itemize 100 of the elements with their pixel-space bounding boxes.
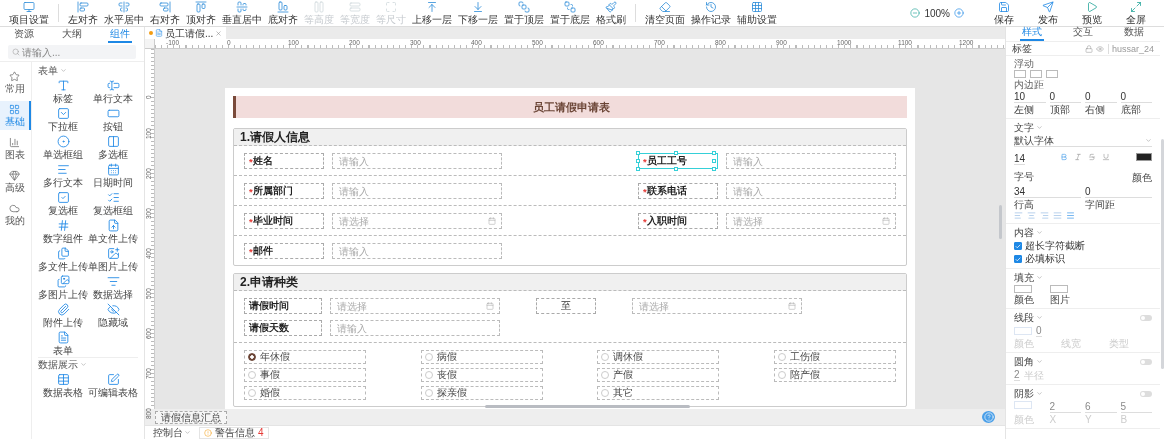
- radio-option[interactable]: 年休假: [244, 350, 366, 364]
- toolbar-button[interactable]: 清空页面: [642, 1, 688, 25]
- color-swatch[interactable]: [1136, 153, 1152, 161]
- toolbar-button[interactable]: 置于顶层: [501, 1, 547, 25]
- component-item[interactable]: 隐藏域: [88, 301, 138, 329]
- panel-tab[interactable]: 交互: [1071, 26, 1095, 41]
- underline-icon[interactable]: [1102, 153, 1110, 161]
- bold-icon[interactable]: [1060, 153, 1068, 161]
- component-item[interactable]: 复选框组: [88, 189, 138, 217]
- checkbox-option[interactable]: 必填标识: [1014, 253, 1152, 265]
- component-item[interactable]: 表单: [38, 329, 88, 357]
- input-field[interactable]: 请输入: [726, 153, 896, 169]
- toolbar-button[interactable]: 水平居中: [101, 1, 147, 25]
- category-tab[interactable]: 我的: [0, 200, 31, 229]
- toggle-switch[interactable]: [1140, 390, 1152, 397]
- justify-icon[interactable]: [1053, 211, 1062, 220]
- letter-spacing-value[interactable]: 0: [1085, 186, 1152, 198]
- toolbar-button[interactable]: 全屏: [1114, 1, 1158, 25]
- date-field[interactable]: 请选择: [632, 298, 802, 314]
- input-field[interactable]: 请输入: [332, 243, 502, 259]
- input-field[interactable]: 请输入: [332, 153, 502, 169]
- component-item[interactable]: 多行文本: [38, 161, 88, 189]
- radio-option[interactable]: 婚假: [244, 386, 366, 400]
- fill-swatch[interactable]: [1049, 285, 1068, 293]
- italic-icon[interactable]: [1074, 153, 1082, 161]
- float-option-icon[interactable]: [1014, 70, 1026, 78]
- padding-value[interactable]: 0: [1049, 91, 1081, 103]
- resize-handle[interactable]: [674, 151, 678, 155]
- float-option-icon[interactable]: [1046, 70, 1058, 78]
- padding-value[interactable]: 10: [1014, 91, 1046, 103]
- toolbar-button[interactable]: 左对齐: [65, 1, 101, 25]
- component-item[interactable]: 复选框: [38, 189, 88, 217]
- component-item[interactable]: 数字组件: [38, 217, 88, 245]
- font-select[interactable]: 默认字体: [1014, 135, 1152, 147]
- console-toggle[interactable]: 控制台: [153, 425, 191, 439]
- toggle-switch[interactable]: [1140, 314, 1152, 321]
- radio-option[interactable]: 病假: [420, 350, 543, 364]
- category-tab[interactable]: 高级: [0, 167, 31, 196]
- toolbar-button[interactable]: 垂直居中: [219, 1, 265, 25]
- toolbar-button[interactable]: 置于底层: [547, 1, 593, 25]
- radio-option[interactable]: 工伤假: [773, 350, 896, 364]
- border-color-swatch[interactable]: [1014, 327, 1032, 335]
- component-item[interactable]: 可编辑表格: [88, 371, 138, 399]
- radius-value[interactable]: 2: [1014, 369, 1020, 381]
- warning-button[interactable]: 警告信息 4: [199, 426, 269, 439]
- border-width-value[interactable]: 0: [1036, 325, 1042, 337]
- radio-option[interactable]: 产假: [597, 368, 720, 382]
- align-right-icon[interactable]: [1040, 211, 1049, 220]
- component-item[interactable]: 多文件上传: [38, 245, 88, 273]
- resize-handle[interactable]: [674, 167, 678, 171]
- radio-option[interactable]: 事假: [244, 368, 366, 382]
- component-item[interactable]: 单行文本: [88, 77, 138, 105]
- panel-tab[interactable]: 组件: [108, 28, 132, 43]
- padding-value[interactable]: 0: [1085, 91, 1117, 103]
- toolbar-button[interactable]: 发布: [1026, 1, 1070, 25]
- shadow-value[interactable]: 5: [1120, 401, 1152, 413]
- shadow-color-swatch[interactable]: [1014, 401, 1032, 409]
- radio-option[interactable]: 丧假: [420, 368, 543, 382]
- distribute-icon[interactable]: [1066, 211, 1075, 220]
- category-tab[interactable]: 常用: [0, 68, 31, 97]
- component-item[interactable]: 多图片上传: [38, 273, 88, 301]
- search-field[interactable]: 请输入...: [8, 45, 136, 59]
- date-field[interactable]: 请选择: [330, 298, 500, 314]
- toolbar-button[interactable]: 上移一层: [409, 1, 455, 25]
- component-item[interactable]: 单文件上传: [88, 217, 138, 245]
- category-tab[interactable]: 图表: [0, 134, 31, 163]
- component-item[interactable]: 按钮: [88, 105, 138, 133]
- toolbar-button[interactable]: 右对齐: [147, 1, 183, 25]
- panel-tab[interactable]: 样式: [1019, 26, 1044, 41]
- panel-tab[interactable]: 数据: [1122, 26, 1147, 41]
- toolbar-button[interactable]: 顶对齐: [183, 1, 219, 25]
- panel-tab[interactable]: 大纲: [60, 28, 84, 43]
- fill-swatch[interactable]: [1014, 285, 1032, 293]
- date-field[interactable]: 请选择: [332, 213, 502, 229]
- component-item[interactable]: 数据选择: [88, 273, 138, 301]
- line-height-value[interactable]: 34: [1014, 186, 1081, 198]
- component-item[interactable]: 日期时间: [88, 161, 138, 189]
- float-option-icon[interactable]: [1030, 70, 1042, 78]
- input-field[interactable]: 请输入: [330, 320, 500, 336]
- radio-option[interactable]: 陪产假: [773, 368, 896, 382]
- strikethrough-icon[interactable]: [1088, 153, 1096, 161]
- help-button[interactable]: [982, 411, 995, 423]
- toolbar-button[interactable]: 底对齐: [265, 1, 301, 25]
- document-tab[interactable]: 员工请假...: [145, 27, 227, 39]
- checkbox[interactable]: [1014, 255, 1022, 263]
- checkbox-option[interactable]: 超长字符截断: [1014, 240, 1152, 252]
- checkbox[interactable]: [1014, 242, 1022, 250]
- scrollbar-thumb[interactable]: [1161, 139, 1164, 369]
- align-left-icon[interactable]: [1014, 211, 1023, 220]
- toolbar-button[interactable]: 格式刷: [593, 1, 629, 25]
- radio-option[interactable]: 探亲假: [420, 386, 543, 400]
- font-size-value[interactable]: 14: [1014, 153, 1026, 165]
- align-center-icon[interactable]: [1027, 211, 1036, 220]
- radio-option[interactable]: 其它: [597, 386, 720, 400]
- component-item[interactable]: 多选框: [88, 133, 138, 161]
- component-item[interactable]: 单选框组: [38, 133, 88, 161]
- toolbar-button[interactable]: 预览: [1070, 1, 1114, 25]
- component-item[interactable]: 标签: [38, 77, 88, 105]
- toggle-switch[interactable]: [1140, 358, 1152, 365]
- toolbar-button[interactable]: 下移一层: [455, 1, 501, 25]
